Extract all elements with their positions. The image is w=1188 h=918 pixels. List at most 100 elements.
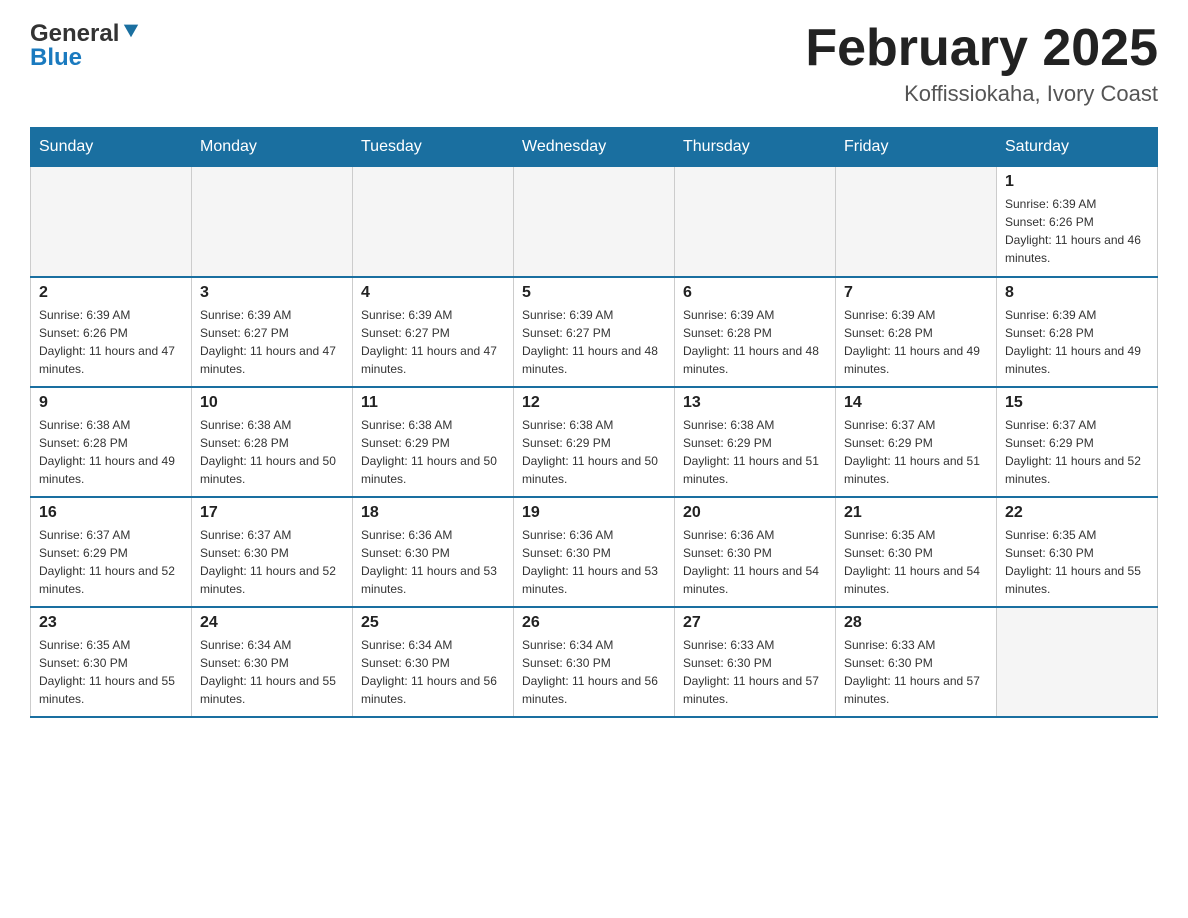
page-title: February 2025 bbox=[805, 20, 1158, 77]
calendar-cell: 26Sunrise: 6:34 AMSunset: 6:30 PMDayligh… bbox=[514, 607, 675, 717]
calendar-cell: 11 Sunrise: 6:38 AMSunset: 6:29 PMDayligh… bbox=[353, 387, 514, 497]
day-number: 13 bbox=[683, 394, 827, 412]
title-block: February 2025 Koffissiokaha, Ivory Coast bbox=[805, 20, 1158, 107]
calendar-cell: 22 Sunrise: 6:35 AMSunset: 6:30 PMDayligh… bbox=[997, 497, 1158, 607]
calendar-cell: 24Sunrise: 6:34 AMSunset: 6:30 PMDayligh… bbox=[192, 607, 353, 717]
calendar-cell bbox=[353, 167, 514, 277]
day-info: Sunrise: 6:37 AMSunset: 6:30 PMDaylight:… bbox=[200, 526, 344, 598]
day-number: 26 bbox=[522, 614, 666, 632]
day-number: 15 bbox=[1005, 394, 1149, 412]
day-number: 2 bbox=[39, 284, 183, 302]
day-info: Sunrise: 6:38 AMSunset: 6:28 PMDaylight:… bbox=[39, 416, 183, 488]
day-number: 18 bbox=[361, 504, 505, 522]
day-info: Sunrise: 6:38 AMSunset: 6:29 PMDaylight:… bbox=[522, 416, 666, 488]
day-number: 8 bbox=[1005, 284, 1149, 302]
calendar-cell bbox=[997, 607, 1158, 717]
day-info: Sunrise: 6:39 AMSunset: 6:26 PMDaylight:… bbox=[1005, 195, 1149, 267]
day-info: Sunrise: 6:37 AMSunset: 6:29 PMDaylight:… bbox=[1005, 416, 1149, 488]
day-number: 20 bbox=[683, 504, 827, 522]
calendar-cell: 16 Sunrise: 6:37 AMSunset: 6:29 PMDayligh… bbox=[31, 497, 192, 607]
day-info: Sunrise: 6:39 AMSunset: 6:28 PMDaylight:… bbox=[1005, 306, 1149, 378]
calendar-cell bbox=[675, 167, 836, 277]
day-number: 9 bbox=[39, 394, 183, 412]
weekday-header: Friday bbox=[836, 128, 997, 167]
day-number: 11 bbox=[361, 394, 505, 412]
day-info: Sunrise: 6:39 AMSunset: 6:26 PMDaylight:… bbox=[39, 306, 183, 378]
calendar-cell: 8 Sunrise: 6:39 AMSunset: 6:28 PMDaylight… bbox=[997, 277, 1158, 387]
weekday-header: Saturday bbox=[997, 128, 1158, 167]
weekday-header: Monday bbox=[192, 128, 353, 167]
calendar-cell: 1 Sunrise: 6:39 AMSunset: 6:26 PMDaylight… bbox=[997, 167, 1158, 277]
day-number: 16 bbox=[39, 504, 183, 522]
day-number: 27 bbox=[683, 614, 827, 632]
calendar-table: SundayMondayTuesdayWednesdayThursdayFrid… bbox=[30, 127, 1158, 718]
day-info: Sunrise: 6:34 AMSunset: 6:30 PMDaylight:… bbox=[361, 636, 505, 708]
day-info: Sunrise: 6:39 AMSunset: 6:28 PMDaylight:… bbox=[844, 306, 988, 378]
day-number: 1 bbox=[1005, 173, 1149, 191]
day-info: Sunrise: 6:38 AMSunset: 6:29 PMDaylight:… bbox=[683, 416, 827, 488]
calendar-week-row: 16 Sunrise: 6:37 AMSunset: 6:29 PMDayligh… bbox=[31, 497, 1158, 607]
day-number: 23 bbox=[39, 614, 183, 632]
calendar-cell: 25 Sunrise: 6:34 AMSunset: 6:30 PMDayligh… bbox=[353, 607, 514, 717]
day-info: Sunrise: 6:39 AMSunset: 6:27 PMDaylight:… bbox=[522, 306, 666, 378]
page-header: General Blue February 2025 Koffissiokaha… bbox=[30, 20, 1158, 107]
day-info: Sunrise: 6:39 AMSunset: 6:28 PMDaylight:… bbox=[683, 306, 827, 378]
day-number: 5 bbox=[522, 284, 666, 302]
calendar-cell: 3 Sunrise: 6:39 AMSunset: 6:27 PMDaylight… bbox=[192, 277, 353, 387]
day-number: 21 bbox=[844, 504, 988, 522]
day-number: 17 bbox=[200, 504, 344, 522]
day-info: Sunrise: 6:35 AMSunset: 6:30 PMDaylight:… bbox=[1005, 526, 1149, 598]
day-info: Sunrise: 6:39 AMSunset: 6:27 PMDaylight:… bbox=[361, 306, 505, 378]
day-info: Sunrise: 6:35 AMSunset: 6:30 PMDaylight:… bbox=[844, 526, 988, 598]
calendar-cell: 7Sunrise: 6:39 AMSunset: 6:28 PMDaylight… bbox=[836, 277, 997, 387]
calendar-cell: 18Sunrise: 6:36 AMSunset: 6:30 PMDayligh… bbox=[353, 497, 514, 607]
logo-blue-text: Blue bbox=[30, 44, 82, 72]
day-info: Sunrise: 6:33 AMSunset: 6:30 PMDaylight:… bbox=[683, 636, 827, 708]
day-info: Sunrise: 6:39 AMSunset: 6:27 PMDaylight:… bbox=[200, 306, 344, 378]
calendar-cell bbox=[192, 167, 353, 277]
calendar-cell: 5 Sunrise: 6:39 AMSunset: 6:27 PMDaylight… bbox=[514, 277, 675, 387]
calendar-cell: 9 Sunrise: 6:38 AMSunset: 6:28 PMDaylight… bbox=[31, 387, 192, 497]
day-info: Sunrise: 6:36 AMSunset: 6:30 PMDaylight:… bbox=[522, 526, 666, 598]
day-info: Sunrise: 6:37 AMSunset: 6:29 PMDaylight:… bbox=[844, 416, 988, 488]
day-info: Sunrise: 6:33 AMSunset: 6:30 PMDaylight:… bbox=[844, 636, 988, 708]
day-number: 3 bbox=[200, 284, 344, 302]
day-info: Sunrise: 6:34 AMSunset: 6:30 PMDaylight:… bbox=[200, 636, 344, 708]
calendar-cell: 2 Sunrise: 6:39 AMSunset: 6:26 PMDaylight… bbox=[31, 277, 192, 387]
day-number: 14 bbox=[844, 394, 988, 412]
day-info: Sunrise: 6:37 AMSunset: 6:29 PMDaylight:… bbox=[39, 526, 183, 598]
day-info: Sunrise: 6:38 AMSunset: 6:28 PMDaylight:… bbox=[200, 416, 344, 488]
calendar-cell: 12 Sunrise: 6:38 AMSunset: 6:29 PMDayligh… bbox=[514, 387, 675, 497]
calendar-week-row: 2 Sunrise: 6:39 AMSunset: 6:26 PMDaylight… bbox=[31, 277, 1158, 387]
calendar-cell: 21 Sunrise: 6:35 AMSunset: 6:30 PMDayligh… bbox=[836, 497, 997, 607]
calendar-cell: 4 Sunrise: 6:39 AMSunset: 6:27 PMDaylight… bbox=[353, 277, 514, 387]
day-number: 25 bbox=[361, 614, 505, 632]
day-number: 6 bbox=[683, 284, 827, 302]
calendar-cell: 19 Sunrise: 6:36 AMSunset: 6:30 PMDayligh… bbox=[514, 497, 675, 607]
logo: General Blue bbox=[30, 20, 140, 72]
calendar-cell: 20 Sunrise: 6:36 AMSunset: 6:30 PMDayligh… bbox=[675, 497, 836, 607]
day-number: 22 bbox=[1005, 504, 1149, 522]
calendar-cell: 23 Sunrise: 6:35 AMSunset: 6:30 PMDayligh… bbox=[31, 607, 192, 717]
day-number: 12 bbox=[522, 394, 666, 412]
day-info: Sunrise: 6:38 AMSunset: 6:29 PMDaylight:… bbox=[361, 416, 505, 488]
day-number: 28 bbox=[844, 614, 988, 632]
calendar-cell: 6 Sunrise: 6:39 AMSunset: 6:28 PMDaylight… bbox=[675, 277, 836, 387]
day-info: Sunrise: 6:35 AMSunset: 6:30 PMDaylight:… bbox=[39, 636, 183, 708]
day-number: 4 bbox=[361, 284, 505, 302]
weekday-header: Tuesday bbox=[353, 128, 514, 167]
calendar-cell: 27 Sunrise: 6:33 AMSunset: 6:30 PMDayligh… bbox=[675, 607, 836, 717]
weekday-header: Sunday bbox=[31, 128, 192, 167]
calendar-cell: 28 Sunrise: 6:33 AMSunset: 6:30 PMDayligh… bbox=[836, 607, 997, 717]
day-info: Sunrise: 6:36 AMSunset: 6:30 PMDaylight:… bbox=[683, 526, 827, 598]
calendar-cell: 13 Sunrise: 6:38 AMSunset: 6:29 PMDayligh… bbox=[675, 387, 836, 497]
calendar-cell: 17 Sunrise: 6:37 AMSunset: 6:30 PMDayligh… bbox=[192, 497, 353, 607]
day-number: 19 bbox=[522, 504, 666, 522]
calendar-cell bbox=[836, 167, 997, 277]
calendar-header-row: SundayMondayTuesdayWednesdayThursdayFrid… bbox=[31, 128, 1158, 167]
logo-triangle-icon bbox=[122, 21, 140, 44]
calendar-cell: 15 Sunrise: 6:37 AMSunset: 6:29 PMDayligh… bbox=[997, 387, 1158, 497]
page-subtitle: Koffissiokaha, Ivory Coast bbox=[805, 81, 1158, 107]
calendar-week-row: 23 Sunrise: 6:35 AMSunset: 6:30 PMDayligh… bbox=[31, 607, 1158, 717]
weekday-header: Thursday bbox=[675, 128, 836, 167]
